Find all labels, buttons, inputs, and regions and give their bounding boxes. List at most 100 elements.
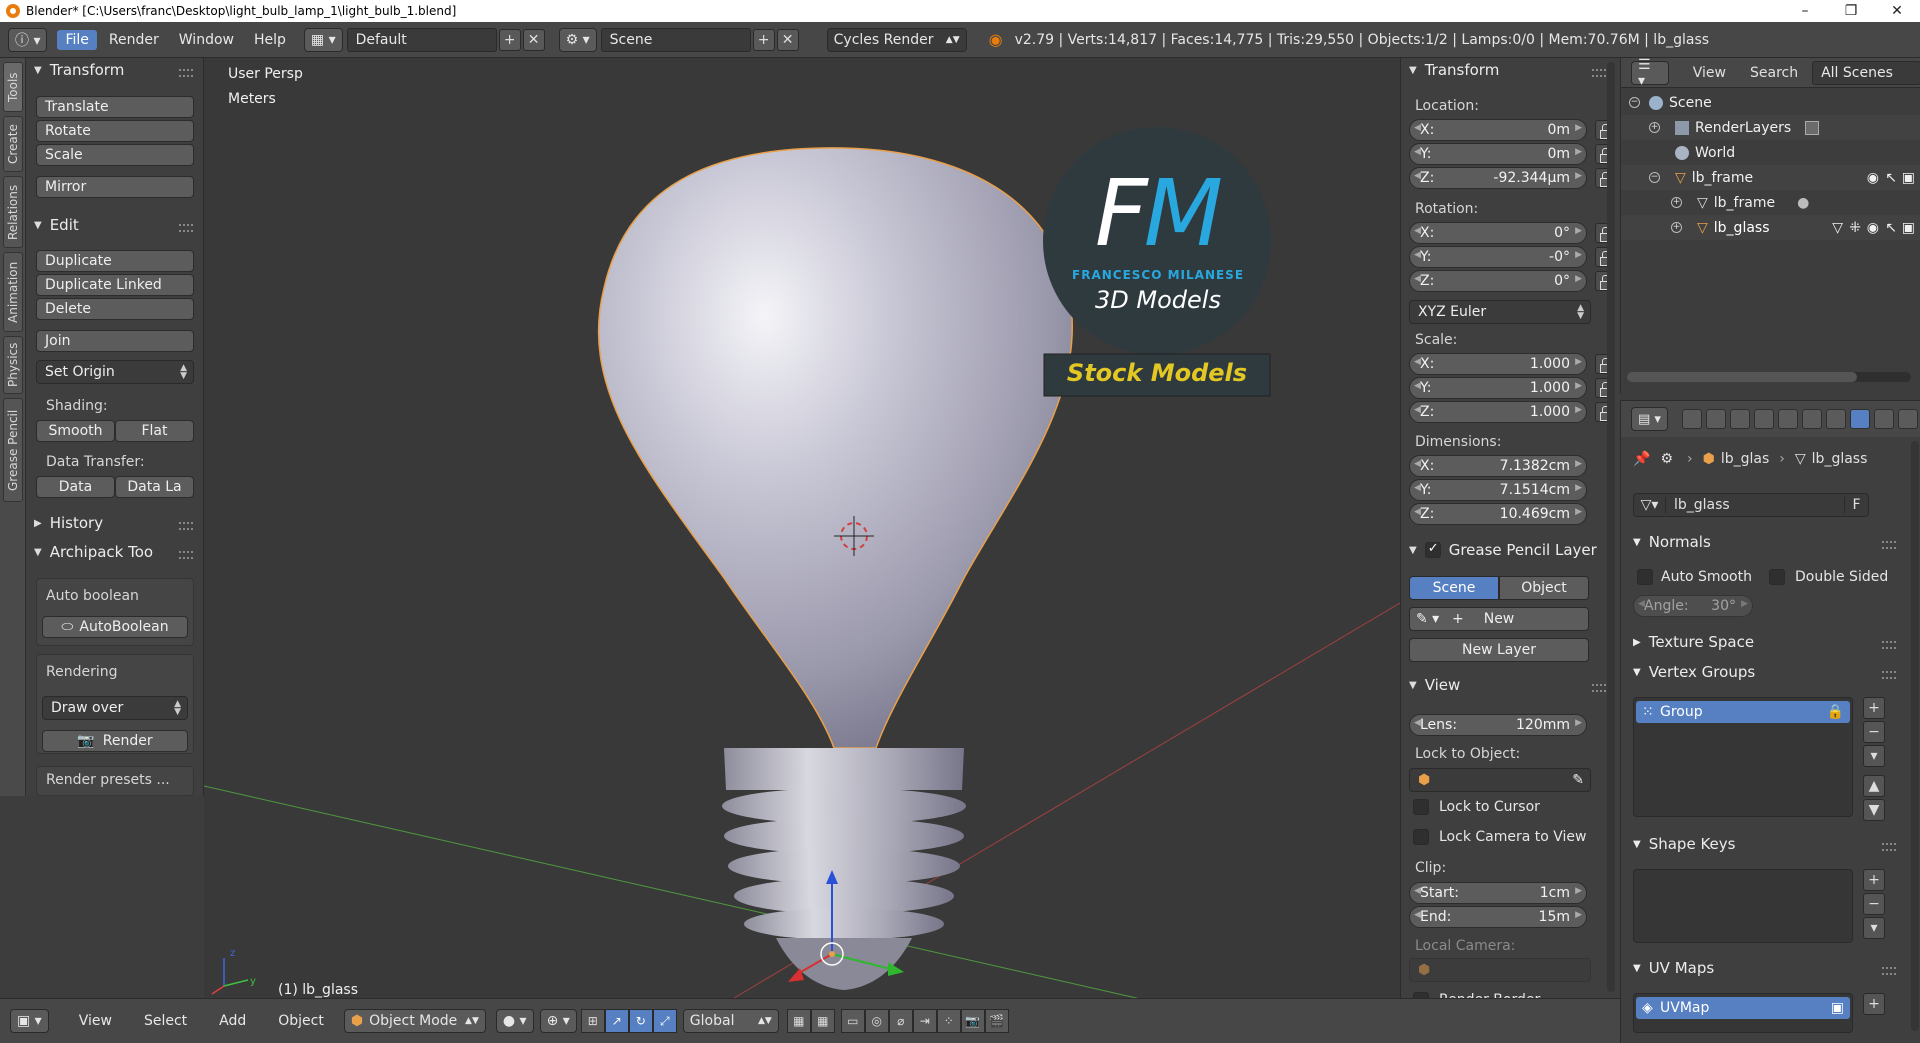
- local-camera-field[interactable]: ⬢: [1409, 958, 1591, 982]
- snap-target-icon[interactable]: ⁘: [936, 1009, 961, 1033]
- menu-object[interactable]: Object: [268, 1013, 334, 1029]
- opengl-anim-icon[interactable]: 🎬: [984, 1009, 1009, 1033]
- texture-tab-icon[interactable]: [1897, 409, 1918, 429]
- grease-pencil-enable-checkbox[interactable]: [1424, 541, 1441, 558]
- vertex-group-specials-button[interactable]: ▾: [1863, 745, 1885, 767]
- tab-animation[interactable]: Animation: [3, 252, 23, 332]
- tab-relations[interactable]: Relations: [3, 176, 23, 248]
- outliner-row-renderlayers[interactable]: + RenderLayers: [1621, 115, 1920, 140]
- autoboolean-button[interactable]: ⬭ AutoBoolean: [42, 616, 188, 638]
- editor-type-icon[interactable]: ▤ ▾: [1631, 407, 1668, 431]
- flat-button[interactable]: Flat: [115, 420, 194, 442]
- selectability-arrow-icon[interactable]: ↖: [1885, 170, 1897, 186]
- outliner-row-world[interactable]: World: [1621, 140, 1920, 165]
- outliner-row-scene[interactable]: − Scene: [1621, 90, 1920, 115]
- remove-shape-key-button[interactable]: −: [1863, 893, 1885, 915]
- visibility-eye-icon[interactable]: ◉: [1867, 220, 1879, 236]
- tab-physics[interactable]: Physics: [3, 336, 23, 394]
- outliner-row-lb-frame-child[interactable]: + ▽ lb_frame ●: [1621, 190, 1920, 215]
- shape-keys-list[interactable]: [1633, 869, 1853, 943]
- uv-map-item[interactable]: ◈ UVMap ▣: [1636, 997, 1850, 1019]
- add-uv-map-button[interactable]: +: [1863, 993, 1885, 1015]
- add-vertex-group-button[interactable]: +: [1863, 697, 1885, 719]
- duplicate-linked-button[interactable]: Duplicate Linked: [36, 274, 194, 296]
- transform-panel-header[interactable]: ▼ Transform: [1409, 61, 1499, 79]
- proportional-edit-icon[interactable]: ◎: [864, 1009, 889, 1033]
- selectability-arrow-icon[interactable]: ↖: [1885, 220, 1897, 236]
- npanel-scrollbar[interactable]: [1607, 62, 1615, 992]
- drag-grip-icon[interactable]: [1882, 843, 1896, 851]
- object-tab-icon[interactable]: [1777, 409, 1798, 429]
- lock-camera-icon[interactable]: ▭: [840, 1009, 865, 1033]
- mirror-button[interactable]: Mirror: [36, 176, 194, 198]
- editor-type-icon[interactable]: ▣ ▾: [10, 1009, 49, 1033]
- datablock-name[interactable]: lb_glass: [1674, 497, 1730, 513]
- render-tab-icon[interactable]: [1681, 409, 1702, 429]
- opengl-render-icon[interactable]: 📷: [960, 1009, 985, 1033]
- tab-create[interactable]: Create: [3, 116, 23, 172]
- shape-keys-panel-header[interactable]: ▼ Shape Keys: [1633, 835, 1735, 853]
- menu-window[interactable]: Window: [171, 30, 242, 50]
- menu-add[interactable]: Add: [209, 1013, 256, 1029]
- lock-object-field[interactable]: ⬢ ✎: [1409, 768, 1591, 792]
- vertex-group-item[interactable]: ⁙ Group 🔒: [1636, 701, 1850, 723]
- constraints-tab-icon[interactable]: [1801, 409, 1822, 429]
- screen-layout-field[interactable]: Default: [346, 27, 497, 52]
- outliner-filter-select[interactable]: All Scenes: [1812, 60, 1920, 85]
- layer-1-icon[interactable]: ▦: [786, 1009, 811, 1033]
- maximize-button[interactable]: ❐: [1828, 0, 1874, 22]
- scale-button[interactable]: Scale: [36, 144, 194, 166]
- scene-field[interactable]: Scene: [600, 27, 751, 52]
- modifiers-tab-icon[interactable]: [1825, 409, 1846, 429]
- rotation-z-field[interactable]: ◀ Z: 0° ▶: [1409, 270, 1587, 292]
- lens-field[interactable]: ◀ Lens: 120mm ▶: [1409, 714, 1587, 736]
- history-panel-header[interactable]: ▶ History: [34, 514, 103, 532]
- remove-vertex-group-button[interactable]: −: [1863, 721, 1885, 743]
- bulb-glass-mesh[interactable]: [597, 147, 1073, 749]
- render-engine-select[interactable]: Cycles Render ▲▼: [826, 27, 967, 52]
- drag-grip-icon[interactable]: [1882, 671, 1896, 679]
- translate-button[interactable]: Translate: [36, 96, 194, 118]
- outliner-view-menu[interactable]: View: [1693, 65, 1726, 81]
- layer-2-icon[interactable]: ▦: [810, 1009, 835, 1033]
- delete-button[interactable]: Delete: [36, 298, 194, 320]
- drag-grip-icon[interactable]: [1882, 641, 1896, 649]
- move-up-button[interactable]: ▲: [1863, 775, 1885, 797]
- mesh-data-tab-icon[interactable]: [1849, 409, 1870, 429]
- collapse-toggle-icon[interactable]: −: [1629, 97, 1640, 108]
- vertex-groups-panel-header[interactable]: ▼ Vertex Groups: [1633, 663, 1755, 681]
- menu-file[interactable]: File: [57, 29, 97, 50]
- outliner-row-lb-frame-parent[interactable]: − ▽ lb_frame ◉ ↖ ▣: [1621, 165, 1920, 190]
- scale-manipulator-icon[interactable]: ⤢: [652, 1009, 677, 1033]
- uv-maps-list[interactable]: ◈ UVMap ▣: [1633, 993, 1853, 1033]
- scale-x-field[interactable]: ◀ X: 1.000 ▶: [1409, 353, 1587, 375]
- location-y-field[interactable]: ◀ Y: 0m ▶: [1409, 143, 1587, 165]
- smooth-button[interactable]: Smooth: [36, 420, 115, 442]
- world-tab-icon[interactable]: [1753, 409, 1774, 429]
- render-camera-icon[interactable]: ▣: [1831, 1000, 1844, 1016]
- scrollbar-thumb[interactable]: [1627, 372, 1857, 382]
- tab-tools[interactable]: Tools: [3, 62, 23, 112]
- data-layout-button[interactable]: Data La: [115, 476, 194, 498]
- datablock-selector[interactable]: ▽▾ lb_glass F: [1633, 493, 1869, 517]
- edit-panel-header[interactable]: ▼ Edit: [34, 216, 79, 234]
- set-origin-dropdown[interactable]: Set Origin ▲ ▼: [36, 360, 194, 384]
- scale-z-field[interactable]: ◀ Z: 1.000 ▶: [1409, 401, 1587, 423]
- expand-toggle-icon[interactable]: +: [1649, 122, 1660, 133]
- expand-toggle-icon[interactable]: +: [1671, 222, 1682, 233]
- shape-key-specials-button[interactable]: ▾: [1863, 917, 1885, 939]
- collapse-toggle-icon[interactable]: −: [1649, 172, 1660, 183]
- rotate-manipulator-icon[interactable]: ↻: [628, 1009, 653, 1033]
- menu-view[interactable]: View: [69, 1013, 122, 1029]
- grease-pencil-layer-header[interactable]: ▼ Grease Pencil Layer: [1409, 541, 1597, 559]
- uv-maps-panel-header[interactable]: ▼ UV Maps: [1633, 959, 1714, 977]
- duplicate-button[interactable]: Duplicate: [36, 250, 194, 272]
- dimensions-z-field[interactable]: ◀ Z: 10.469cm ▶: [1409, 503, 1587, 525]
- scale-y-field[interactable]: ◀ Y: 1.000 ▶: [1409, 377, 1587, 399]
- render-presets-label[interactable]: Render presets ...: [46, 772, 170, 788]
- snap-magnet-icon[interactable]: ⌀: [888, 1009, 913, 1033]
- drag-grip-icon[interactable]: [1592, 684, 1606, 692]
- drag-grip-icon[interactable]: [179, 69, 193, 77]
- drag-grip-icon[interactable]: [179, 551, 193, 559]
- outliner-search-menu[interactable]: Search: [1750, 65, 1798, 81]
